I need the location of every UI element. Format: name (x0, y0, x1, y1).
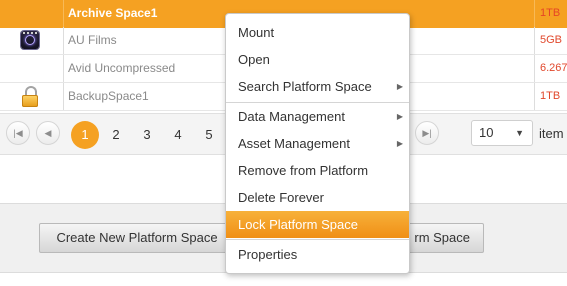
space-size: 5GB (534, 27, 567, 54)
menu-item-label: Open (238, 52, 270, 67)
page-size-select[interactable]: 10 ▼ (471, 120, 533, 146)
icon-cell (0, 0, 64, 27)
chevron-down-icon: ▼ (515, 128, 524, 138)
menu-item-data-management[interactable]: Data Management ▶ (226, 103, 409, 130)
space-size: 6.267 (534, 55, 567, 82)
page-size-value: 10 (479, 125, 494, 140)
menu-item-label: Delete Forever (238, 190, 324, 205)
first-page-icon[interactable]: |◀ (6, 121, 30, 145)
space-size: 1TB (534, 83, 567, 110)
submenu-arrow-icon: ▶ (396, 82, 403, 91)
menu-item-asset-management[interactable]: Asset Management ▶ (226, 130, 409, 157)
space-size: 1TB (534, 0, 567, 27)
menu-item-lock-platform-space[interactable]: Lock Platform Space (226, 211, 409, 238)
page-5-button[interactable]: 5 (195, 121, 223, 149)
submenu-arrow-icon: ▶ (396, 139, 403, 148)
menu-item-label: Data Management (238, 109, 345, 124)
menu-item-remove-from-platform[interactable]: Remove from Platform (226, 157, 409, 184)
menu-item-open[interactable]: Open (226, 46, 409, 73)
icon-cell (0, 55, 64, 82)
icon-cell (0, 27, 64, 54)
menu-item-mount[interactable]: Mount (226, 19, 409, 46)
lock-icon (22, 86, 38, 107)
menu-item-label: Search Platform Space (238, 79, 372, 94)
page-4-button[interactable]: 4 (164, 121, 192, 149)
create-new-platform-space-button[interactable]: Create New Platform Space (39, 223, 235, 253)
menu-separator (226, 239, 409, 240)
menu-item-label: Mount (238, 25, 275, 40)
space-name: AU Films (68, 33, 117, 47)
space-name: Avid Uncompressed (68, 61, 176, 75)
menu-item-label: Properties (238, 247, 298, 262)
menu-item-properties[interactable]: Properties (226, 241, 409, 268)
menu-item-label: Asset Management (238, 136, 351, 151)
submenu-arrow-icon: ▶ (396, 112, 403, 121)
page-2-button[interactable]: 2 (102, 121, 130, 149)
page-1-button[interactable]: 1 (71, 121, 99, 149)
menu-item-search-platform-space[interactable]: Search Platform Space ▶ (226, 73, 409, 100)
context-menu: Mount Open Search Platform Space ▶ Data M… (225, 13, 410, 274)
menu-item-label: Remove from Platform (238, 163, 369, 178)
space-name: BackupSpace1 (68, 89, 149, 103)
menu-item-delete-forever[interactable]: Delete Forever (226, 184, 409, 211)
icon-cell (0, 83, 64, 110)
items-per-page-label: item (539, 126, 564, 141)
space-name: Archive Space1 (68, 6, 158, 20)
last-page-icon[interactable]: ▶| (415, 121, 439, 145)
menu-item-label: Lock Platform Space (238, 217, 358, 232)
film-reel-icon (21, 31, 39, 49)
previous-page-icon[interactable]: ◀ (36, 121, 60, 145)
page-3-button[interactable]: 3 (133, 121, 161, 149)
